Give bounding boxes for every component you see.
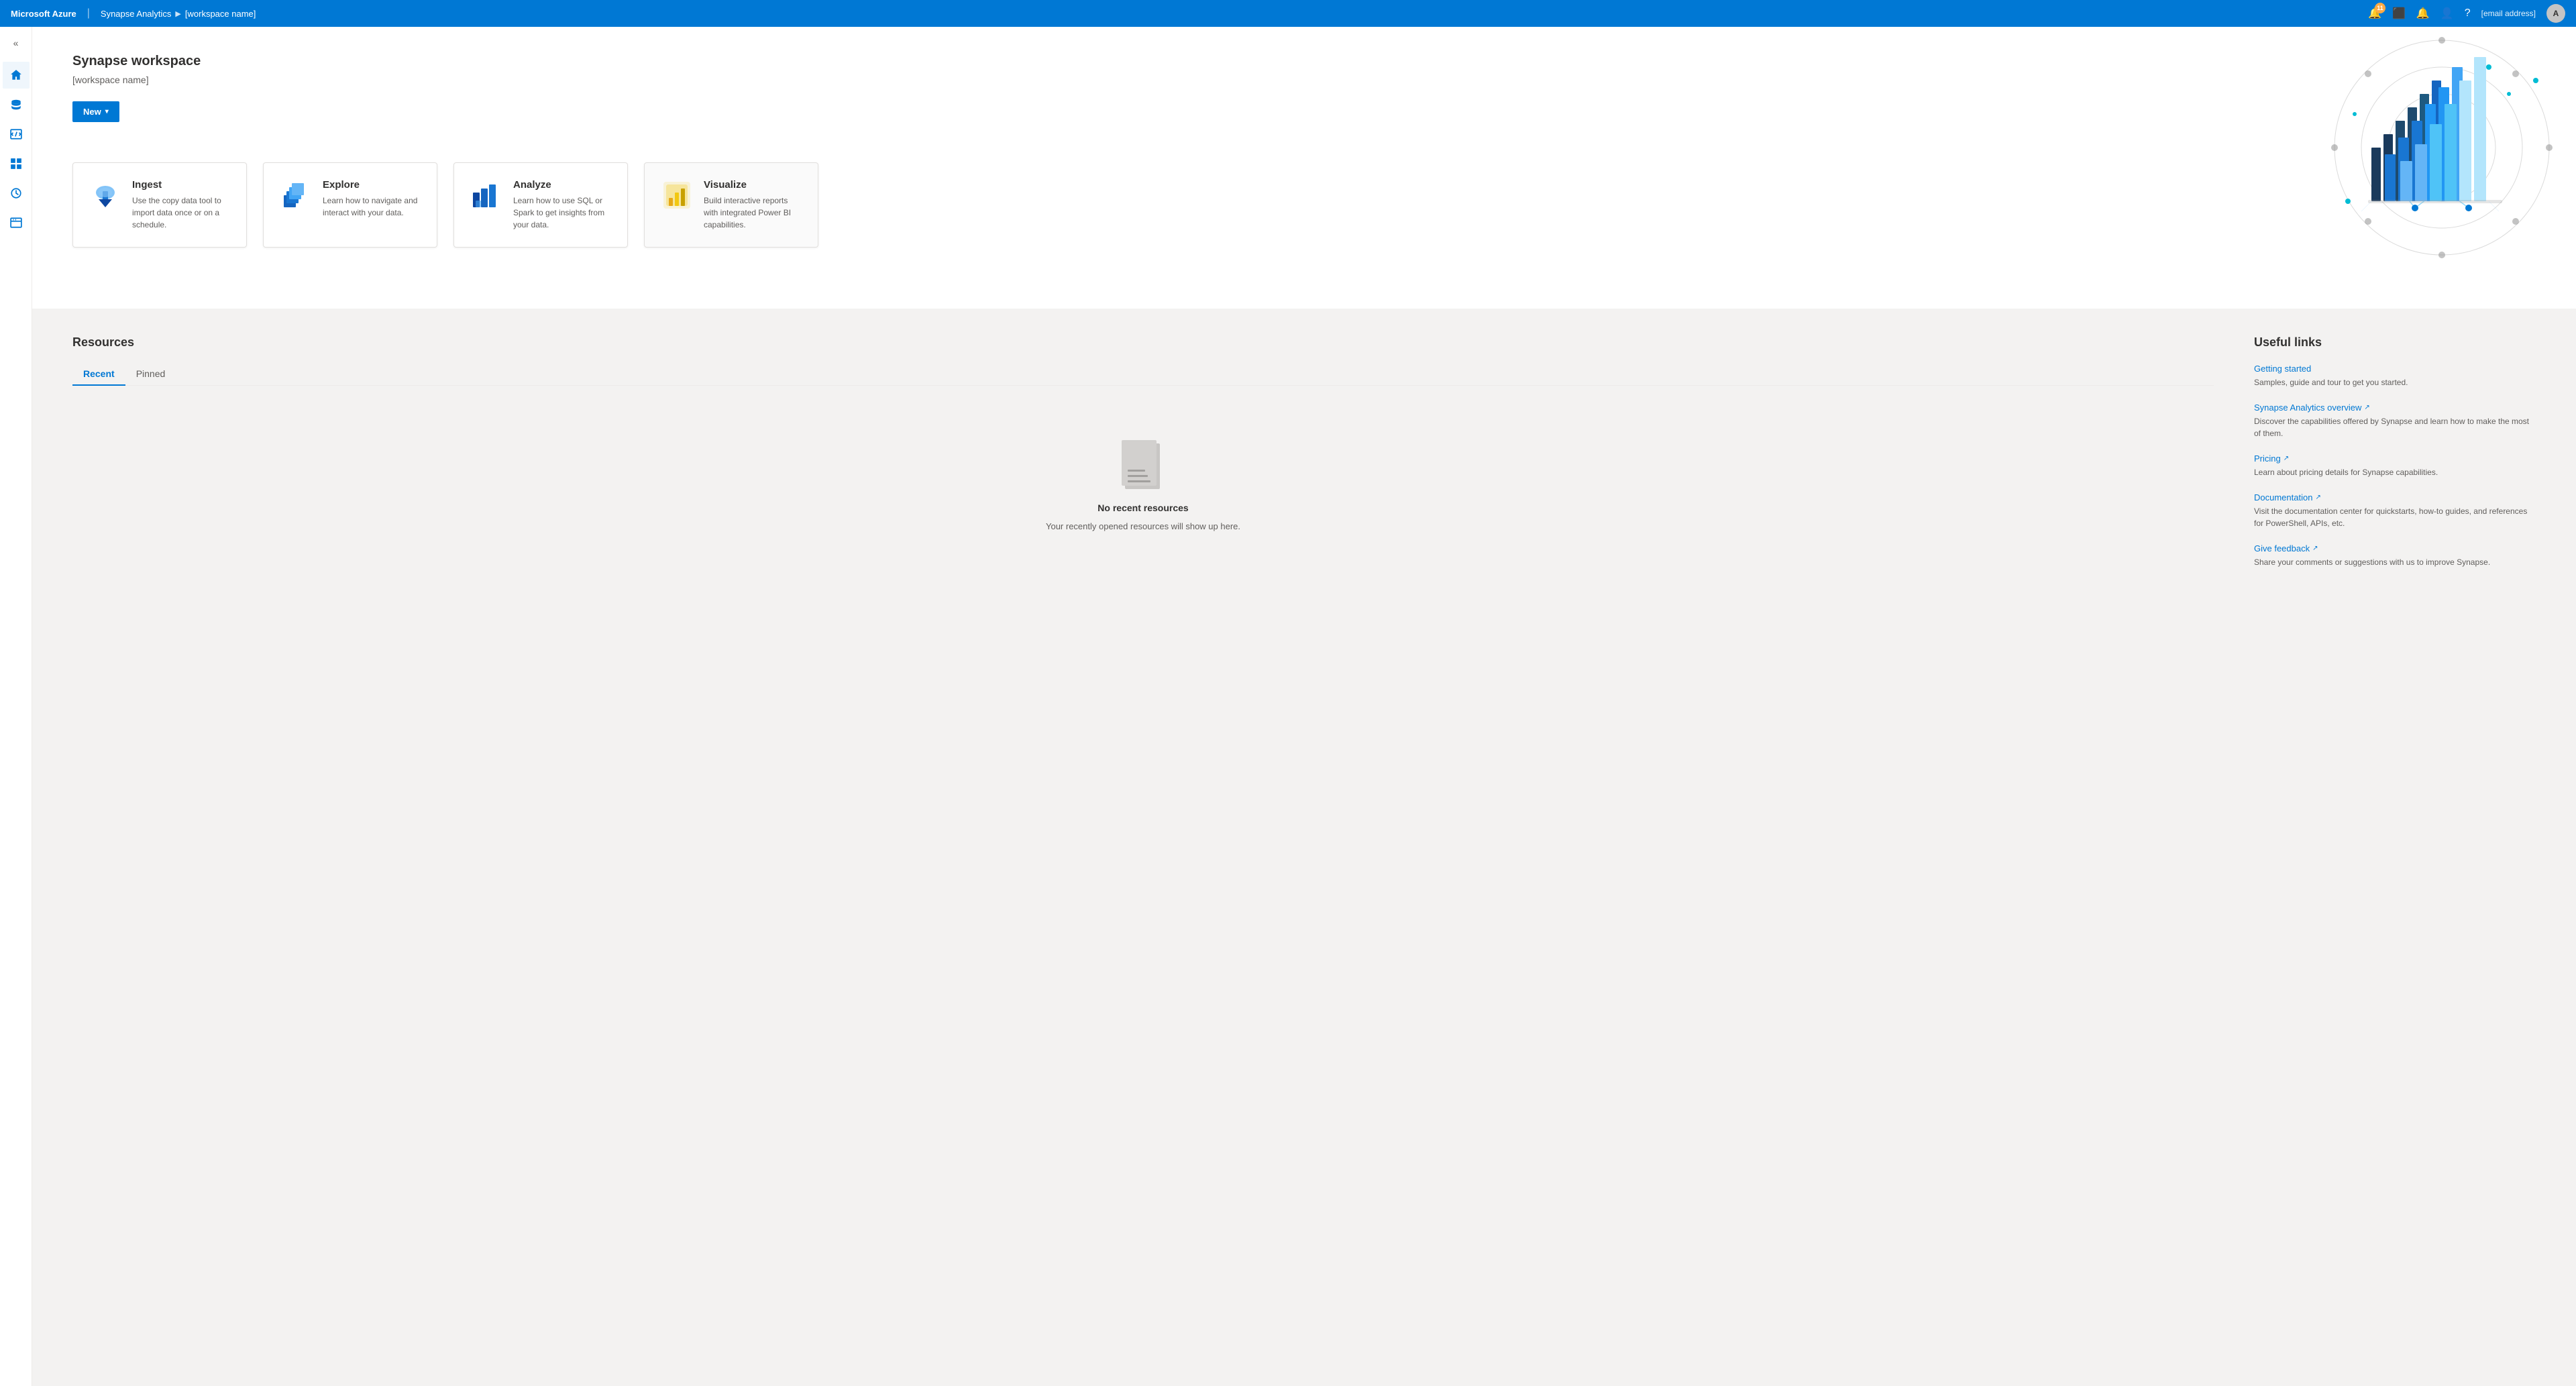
resources-tabs: Recent Pinned [72,363,2214,386]
user-email[interactable]: [email address] [2481,9,2536,18]
sidebar-toggle[interactable]: « [5,32,27,54]
analyze-card-body: Analyze Learn how to use SQL or Spark to… [513,179,611,231]
link-documentation: Documentation ↗ Visit the documentation … [2254,492,2536,529]
product-name[interactable]: Synapse Analytics [101,9,172,19]
breadcrumb-path: Synapse Analytics ▶ [workspace name] [101,9,256,19]
brand-name: Microsoft Azure [11,9,76,19]
empty-resources-title: No recent resources [1097,502,1188,513]
give-feedback-link[interactable]: Give feedback ↗ [2254,543,2318,553]
explore-desc: Learn how to navigate and interact with … [323,195,421,219]
ingest-desc: Use the copy data tool to import data on… [132,195,230,231]
documentation-desc: Visit the documentation center for quick… [2254,505,2536,529]
getting-started-link[interactable]: Getting started [2254,364,2311,374]
manage-icon [10,217,22,229]
settings-icon[interactable]: 🔔 [2416,7,2430,20]
visualize-icon [661,179,693,211]
analyze-desc: Learn how to use SQL or Spark to get ins… [513,195,611,231]
main-content: Synapse workspace [workspace name] New ▾ [32,27,2576,1386]
home-icon [10,69,22,81]
sidebar-item-data[interactable] [3,91,30,118]
new-button[interactable]: New ▾ [72,101,119,122]
tab-pinned[interactable]: Pinned [125,363,176,386]
useful-links-title: Useful links [2254,335,2536,350]
getting-started-desc: Samples, guide and tour to get you start… [2254,376,2536,388]
visualize-title: Visualize [704,179,802,191]
visualize-card-body: Visualize Build interactive reports with… [704,179,802,231]
synapse-overview-link[interactable]: Synapse Analytics overview ↗ [2254,403,2370,413]
notification-badge: 11 [2375,3,2385,13]
link-synapse-overview: Synapse Analytics overview ↗ Discover th… [2254,402,2536,439]
analyze-title: Analyze [513,179,611,191]
monitor-icon [10,187,22,199]
give-feedback-desc: Share your comments or suggestions with … [2254,556,2536,568]
empty-resources-desc: Your recently opened resources will show… [1046,521,1240,531]
develop-icon [10,128,22,140]
link-getting-started: Getting started Samples, guide and tour … [2254,363,2536,388]
pricing-desc: Learn about pricing details for Synapse … [2254,466,2536,478]
visualize-desc: Build interactive reports with integrate… [704,195,802,231]
feature-cards-container: Ingest Use the copy data tool to import … [72,162,2536,248]
documentation-link[interactable]: Documentation ↗ [2254,492,2321,502]
workspace-name-nav: [workspace name] [185,9,256,19]
external-link-icon-feedback: ↗ [2312,545,2318,552]
explore-title: Explore [323,179,421,191]
resources-panel: Resources Recent Pinned No recent resour… [72,335,2214,582]
resources-section: Resources Recent Pinned No recent resour… [32,309,2576,608]
feature-card-explore[interactable]: Explore Learn how to navigate and intera… [263,162,437,248]
sidebar-item-integrate[interactable] [3,150,30,177]
sidebar-item-develop[interactable] [3,121,30,148]
cloud-shell-icon[interactable]: ⬛ [2392,7,2406,20]
top-navigation: Microsoft Azure | Synapse Analytics ▶ [w… [0,0,2576,27]
sidebar: « [0,27,32,1386]
external-link-icon-pricing: ↗ [2284,455,2289,462]
link-pricing: Pricing ↗ Learn about pricing details fo… [2254,453,2536,478]
feature-card-visualize[interactable]: Visualize Build interactive reports with… [644,162,818,248]
ingest-card-body: Ingest Use the copy data tool to import … [132,179,230,231]
sidebar-item-manage[interactable] [3,209,30,236]
feature-card-analyze[interactable]: Analyze Learn how to use SQL or Spark to… [453,162,628,248]
feature-card-ingest[interactable]: Ingest Use the copy data tool to import … [72,162,247,248]
ingest-title: Ingest [132,179,230,191]
workspace-title: Synapse workspace [72,54,2536,69]
hero-section: Synapse workspace [workspace name] New ▾ [32,27,2576,309]
help-icon[interactable]: ? [2465,7,2471,19]
nav-right-actions: 🔔 11 ⬛ 🔔 👤 ? [email address] A [2368,4,2565,23]
synapse-overview-desc: Discover the capabilities offered by Syn… [2254,415,2536,439]
database-icon [10,99,22,111]
directory-icon[interactable]: 👤 [2440,7,2454,20]
sidebar-item-monitor[interactable] [3,180,30,207]
analyze-icon [470,179,502,211]
pricing-link[interactable]: Pricing ↗ [2254,454,2289,464]
useful-links-panel: Useful links Getting started Samples, gu… [2254,335,2536,582]
new-button-chevron: ▾ [105,108,109,115]
user-avatar[interactable]: A [2546,4,2565,23]
workspace-name: [workspace name] [72,74,2536,85]
integrate-icon [10,158,22,170]
breadcrumb-arrow: ▶ [175,9,180,18]
tab-recent[interactable]: Recent [72,363,125,386]
external-link-icon-docs: ↗ [2315,494,2320,501]
sidebar-item-home[interactable] [3,62,30,89]
link-give-feedback: Give feedback ↗ Share your comments or s… [2254,543,2536,568]
explore-icon [280,179,312,211]
external-link-icon: ↗ [2364,404,2369,411]
explore-card-body: Explore Learn how to navigate and intera… [323,179,421,219]
empty-resources-state: No recent resources Your recently opened… [72,402,2214,558]
ingest-icon [89,179,121,211]
resources-title: Resources [72,335,2214,350]
nav-separator: | [87,7,90,19]
notifications-icon[interactable]: 🔔 11 [2368,7,2381,20]
app-layout: « [0,27,2576,1386]
